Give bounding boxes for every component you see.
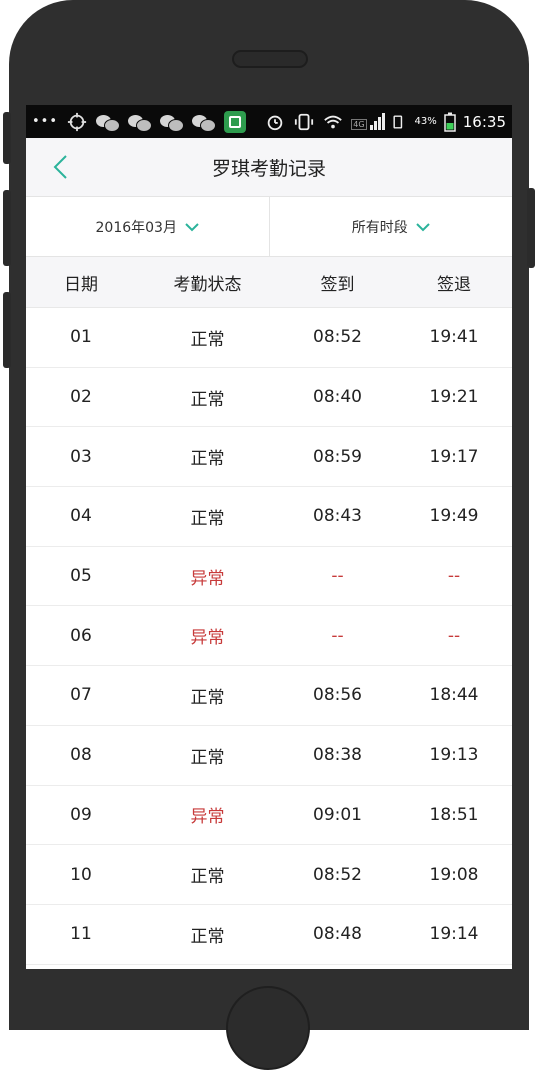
alarm-icon: [267, 115, 283, 130]
back-chevron-icon[interactable]: [50, 154, 72, 180]
row-checkout: 19:17: [429, 446, 479, 467]
row-checkin: 08:43: [313, 506, 362, 527]
side-button-right: [527, 188, 535, 268]
row-status: 异常: [190, 807, 225, 828]
row-date: 06: [70, 625, 92, 646]
home-button[interactable]: [226, 986, 310, 1070]
sim-icon: [392, 114, 402, 129]
table-row[interactable]: 02 正常 08:40 19:21: [26, 368, 512, 428]
month-filter[interactable]: 2016年03月: [26, 197, 269, 256]
row-checkout: 19:49: [429, 506, 479, 527]
row-status: 正常: [190, 508, 225, 529]
filter-bar: 2016年03月 所有时段: [26, 197, 512, 257]
row-checkout: 19:14: [429, 924, 479, 945]
page-title: 罗琪考勤记录: [211, 157, 326, 180]
column-header-date: 日期: [64, 274, 98, 295]
row-status: 异常: [190, 568, 225, 589]
row-checkout: 18:51: [429, 804, 479, 825]
row-checkin: 08:59: [313, 446, 362, 467]
row-checkout: 19:41: [429, 327, 479, 348]
table-row[interactable]: 01 正常 08:52 19:41: [26, 308, 512, 368]
row-status: 异常: [190, 628, 225, 649]
side-button-3: [3, 292, 11, 368]
attendance-table-body: 01 正常 08:52 19:41 02 正常 08:40 19:21 03 正…: [26, 308, 512, 965]
row-checkout: 19:08: [429, 864, 479, 885]
table-header: 日期 考勤状态 签到 签退: [26, 257, 512, 308]
column-header-status: 考勤状态: [173, 274, 242, 295]
row-status: 正常: [190, 867, 225, 888]
row-status: 正常: [190, 389, 225, 410]
table-row[interactable]: 06 异常 -- --: [26, 606, 512, 667]
battery-percent: 43%: [414, 116, 437, 127]
wechat-icon: [160, 113, 185, 132]
side-button-2: [3, 190, 11, 266]
clock: 16:35: [462, 112, 506, 131]
period-filter[interactable]: 所有时段: [268, 197, 513, 256]
row-checkout: 19:21: [429, 387, 479, 408]
row-date: 02: [70, 387, 92, 408]
row-checkout: --: [447, 566, 461, 587]
row-checkout: --: [447, 625, 461, 646]
row-status: 正常: [190, 747, 225, 768]
table-row[interactable]: 05 异常 -- --: [26, 547, 512, 607]
chevron-down-icon: [185, 222, 199, 231]
table-row[interactable]: 10 正常 08:52 19:08: [26, 845, 512, 905]
table-row[interactable]: 03 正常 08:59 19:17: [26, 427, 512, 488]
table-row[interactable]: 08 正常 08:38 19:13: [26, 726, 512, 786]
row-date: 04: [70, 506, 92, 527]
month-filter-label: 2016年03月: [95, 219, 177, 236]
wechat-icon: [96, 113, 121, 132]
row-checkin: --: [331, 566, 344, 587]
row-checkout: 18:44: [429, 685, 479, 706]
row-date: 01: [70, 327, 92, 348]
row-date: 03: [70, 446, 92, 467]
signal-4g-icon: 4G: [351, 113, 385, 130]
column-header-checkin: 签到: [320, 274, 355, 295]
row-checkin: 09:01: [313, 804, 362, 825]
row-date: 07: [70, 685, 92, 706]
table-row[interactable]: 07 正常 08:56 18:44: [26, 666, 512, 726]
phone-speaker: [232, 50, 308, 68]
row-date: 10: [70, 864, 92, 885]
app-screen: ••• 4G 43% 16:35 罗琪考勤记录 2016年03月 所有时段 日期…: [26, 105, 512, 969]
status-right-icons: 4G 43% 16:35: [264, 105, 506, 138]
battery-icon: [444, 112, 456, 132]
row-status: 正常: [190, 926, 225, 947]
column-header-checkout: 签退: [437, 274, 471, 295]
row-date: 08: [70, 745, 92, 766]
row-status: 正常: [190, 329, 225, 350]
chevron-down-icon: [416, 222, 430, 231]
row-status: 正常: [190, 449, 225, 470]
wechat-icon: [128, 113, 153, 132]
row-date: 09: [70, 804, 92, 825]
row-checkin: 08:56: [313, 685, 362, 706]
table-row[interactable]: 11 正常 08:48 19:14: [26, 905, 512, 965]
title-bar: 罗琪考勤记录: [26, 138, 512, 197]
table-row[interactable]: 09 异常 09:01 18:51: [26, 786, 512, 846]
row-date: 11: [70, 924, 92, 945]
period-filter-label: 所有时段: [351, 219, 408, 236]
row-checkin: 08:40: [313, 387, 362, 408]
row-checkin: 08:38: [313, 745, 362, 766]
status-left-icons: •••: [32, 110, 247, 133]
row-checkin: 08:48: [313, 924, 362, 945]
more-dots-icon: •••: [32, 114, 59, 129]
row-checkin: 08:52: [313, 327, 362, 348]
app-notification-icon: [224, 110, 247, 133]
side-button-1: [3, 112, 11, 164]
row-checkout: 19:13: [429, 745, 479, 766]
wifi-icon: [324, 115, 343, 128]
vibrate-icon: [295, 113, 314, 130]
row-checkin: --: [331, 625, 344, 646]
row-checkin: 08:52: [313, 864, 362, 885]
status-bar: ••• 4G 43% 16:35: [26, 105, 512, 138]
row-status: 正常: [190, 687, 225, 708]
wechat-icon: [192, 113, 217, 132]
location-target-icon: [67, 112, 87, 131]
table-row[interactable]: 04 正常 08:43 19:49: [26, 487, 512, 547]
row-date: 05: [70, 566, 92, 587]
